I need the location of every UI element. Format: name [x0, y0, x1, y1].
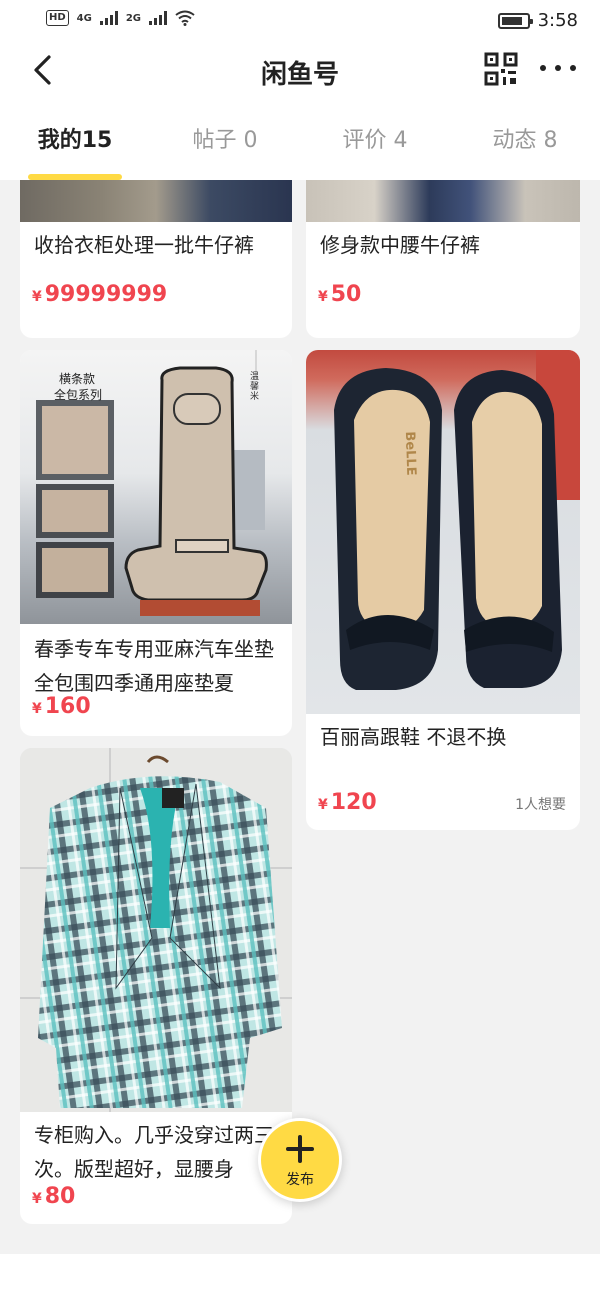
product-price: ¥160 — [32, 694, 91, 719]
product-title: 百丽高跟鞋 不退不换 — [320, 725, 507, 749]
more-dot — [555, 65, 561, 71]
image-caption-brand: 温馨米 — [250, 372, 260, 402]
network-2g-label: 2G — [125, 12, 142, 24]
publish-label: 发布 — [286, 1172, 314, 1188]
wants-count: 1人想要 — [515, 797, 566, 813]
image-caption-series: 全包系列 — [53, 388, 102, 402]
clock: 3:58 — [537, 10, 578, 31]
network-4g-label: 4G — [76, 12, 92, 24]
product-title: 修身款中腰牛仔裤 — [320, 233, 480, 257]
bottom-area — [0, 1254, 600, 1300]
shoes-illustration — [334, 350, 580, 690]
plus-icon — [286, 1135, 314, 1163]
image-brand-text: BeLLE — [401, 431, 419, 476]
product-title: 专柜购入。几乎没穿过两三次。版型超好，显腰身 — [34, 1123, 274, 1181]
tab-bar: 我的15 帖子 0 评价 4 动态 8 — [0, 96, 600, 180]
tab-activity[interactable]: 动态 8 — [450, 96, 600, 180]
product-title: 春季专车专用亚麻汽车坐垫全包围四季通用座垫夏 — [34, 637, 274, 695]
hd-badge: HD — [46, 10, 69, 26]
product-card[interactable]: 专柜购入。几乎没穿过两三次。版型超好，显腰身 ¥80 — [20, 748, 292, 1224]
product-image — [20, 748, 292, 1112]
status-right: 3:58 — [497, 10, 578, 31]
signal-icon-2 — [149, 11, 168, 25]
tab-mine[interactable]: 我的15 — [0, 96, 150, 180]
product-image — [306, 180, 580, 222]
blazer-illustration — [20, 748, 292, 1112]
qr-code-icon — [484, 52, 518, 86]
product-image — [20, 180, 292, 222]
more-dot — [540, 65, 546, 71]
product-image: BeLLE — [306, 350, 580, 714]
product-card[interactable]: 横条款 全包系列 温馨米 春季专车专用亚麻汽车坐垫全包围四季通用座垫夏 ¥160 — [20, 350, 292, 736]
product-price: ¥80 — [32, 1184, 76, 1209]
product-card[interactable]: BeLLE 百丽高跟鞋 不退不换 ¥120 1人想要 — [306, 350, 580, 830]
qr-code-button[interactable] — [484, 52, 518, 86]
status-bar: HD 4G 2G 3:58 — [0, 0, 600, 44]
product-card[interactable]: 收拾衣柜处理一批牛仔裤 ¥99999999 — [20, 180, 292, 338]
product-image: 横条款 全包系列 温馨米 — [20, 350, 292, 624]
product-price: ¥120 — [318, 790, 377, 815]
product-price: ¥99999999 — [32, 282, 168, 307]
signal-icon — [99, 11, 118, 25]
publish-button[interactable]: 发布 — [258, 1118, 342, 1202]
more-button[interactable] — [540, 56, 576, 80]
image-caption-style: 横条款 — [58, 372, 95, 386]
product-card[interactable]: 修身款中腰牛仔裤 ¥50 — [306, 180, 580, 338]
header-bar: 闲鱼号 — [0, 44, 600, 96]
battery-icon — [497, 12, 533, 29]
wifi-icon — [175, 10, 195, 26]
tab-reviews[interactable]: 评价 4 — [300, 96, 450, 180]
tab-posts[interactable]: 帖子 0 — [150, 96, 300, 180]
status-left: HD 4G 2G — [46, 10, 195, 26]
product-price: ¥50 — [318, 282, 362, 307]
product-title: 收拾衣柜处理一批牛仔裤 — [34, 233, 254, 257]
product-feed[interactable]: 收拾衣柜处理一批牛仔裤 ¥99999999 修身款中腰牛仔裤 ¥50 横条款 全… — [0, 180, 600, 1254]
more-dot — [570, 65, 576, 71]
